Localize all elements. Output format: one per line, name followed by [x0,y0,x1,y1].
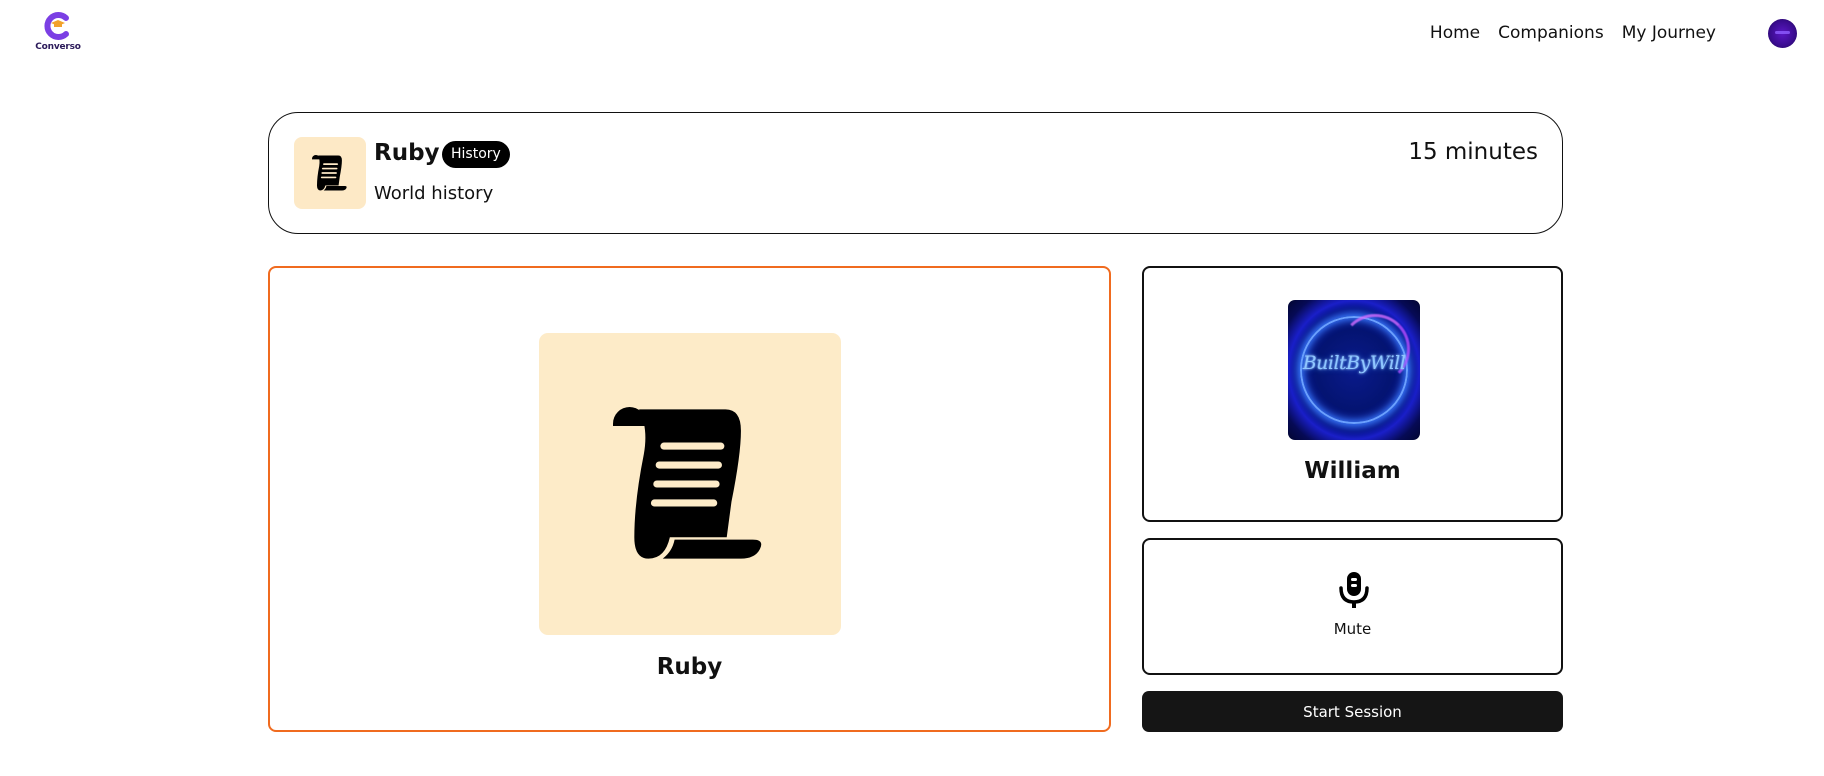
companion-info-card: Ruby History World history 15 minutes [268,112,1563,234]
companion-name: Ruby [374,140,440,166]
logo-text: Converso [35,42,81,52]
user-name: William [1304,458,1401,484]
scroll-icon [613,407,762,559]
companion-topic: World history [374,183,494,204]
companion-avatar [539,333,841,635]
navbar: Converso Home Companions My Journey [0,0,1824,68]
companion-session-card: Ruby [268,266,1111,732]
nav-links: Home Companions My Journey [1430,23,1716,43]
nav-link-my-journey[interactable]: My Journey [1622,23,1716,43]
scroll-icon [312,155,347,191]
companion-icon-box [294,137,366,209]
start-session-button[interactable]: Start Session [1142,691,1563,732]
logo-icon [44,12,69,40]
nav-link-companions[interactable]: Companions [1498,23,1604,43]
nav-link-home[interactable]: Home [1430,23,1480,43]
companion-session-name: Ruby [656,654,723,680]
subject-badge: History [442,141,510,168]
logo[interactable]: Converso [35,11,81,55]
avatar-signature: BuiltByWill [1302,352,1406,374]
mute-button[interactable]: Mute [1142,538,1563,675]
mute-label: Mute [1333,620,1372,638]
user-card: BuiltByWill William [1142,266,1563,522]
user-avatar-button[interactable] [1768,19,1797,48]
session-duration: 15 minutes [1408,139,1538,165]
microphone-icon [1339,572,1369,608]
user-avatar: BuiltByWill [1288,300,1420,440]
